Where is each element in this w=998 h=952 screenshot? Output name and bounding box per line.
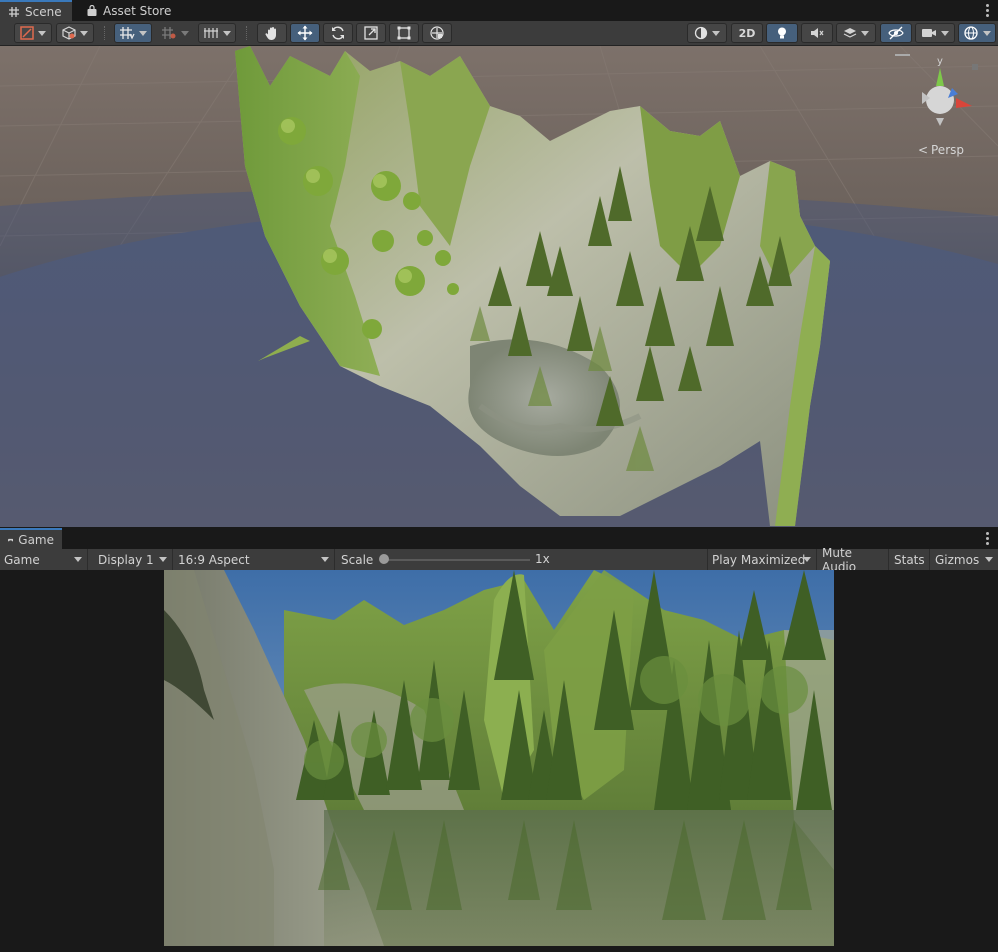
move-tool-button[interactable] [290, 23, 320, 43]
gamepad-icon [8, 538, 14, 541]
camera-settings-dropdown[interactable] [915, 23, 955, 43]
global-illumination-dropdown[interactable] [687, 23, 727, 43]
display-label: Display 1 [98, 552, 154, 567]
store-bag-icon [87, 4, 97, 16]
play-maximized-dropdown[interactable]: Play Maximized [707, 549, 817, 570]
effects-dropdown[interactable] [836, 23, 876, 43]
game-viewport[interactable] [164, 570, 834, 946]
grid-snap-icon [120, 27, 135, 40]
increment-snap-dropdown[interactable] [156, 23, 194, 43]
grid-icon [9, 6, 19, 17]
scene-more-menu-icon[interactable] [986, 4, 990, 17]
layers-icon [843, 28, 857, 38]
scene-visibility-toggle[interactable] [880, 23, 912, 43]
scene-tab-bar: Scene Asset Store [0, 0, 998, 21]
eye-hidden-icon [888, 26, 904, 40]
game-area [0, 570, 998, 952]
rotate-tool-button[interactable] [323, 23, 353, 43]
hand-tool-button[interactable] [257, 23, 287, 43]
rotate-icon [332, 26, 344, 40]
play-maximized-label: Play Maximized [712, 552, 806, 567]
scene-toolbar: 2D [0, 21, 998, 46]
scene-render: y < Persp [0, 46, 998, 527]
camera-icon [922, 29, 936, 37]
stats-toggle[interactable]: Stats [890, 549, 930, 570]
persp-label[interactable]: Persp [931, 143, 964, 157]
persp-label-arrow: < [918, 143, 928, 157]
tab-scene-label: Scene [25, 4, 62, 19]
tab-scene[interactable]: Scene [0, 0, 72, 21]
grid-visibility-dropdown[interactable] [198, 23, 236, 43]
audio-toggle-button[interactable] [801, 23, 833, 43]
scene-viewport[interactable]: y < Persp [0, 46, 998, 527]
gizmos-game-dropdown[interactable]: Gizmos [931, 549, 998, 570]
light-bulb-icon [778, 27, 786, 39]
2d-label: 2D [738, 26, 756, 40]
scale-tool-button[interactable] [356, 23, 386, 43]
tab-asset-store-label: Asset Store [103, 3, 172, 18]
gizmos-dropdown[interactable] [958, 23, 996, 43]
rect-tool-button[interactable] [389, 23, 419, 43]
draw-mode-icon [20, 26, 34, 40]
tab-game-label: Game [18, 532, 54, 547]
scale-label: Scale [341, 552, 374, 567]
grid-snap-dropdown[interactable] [114, 23, 152, 43]
2d-toggle-button[interactable]: 2D [731, 23, 763, 43]
game-view-dropdown[interactable]: Game [0, 549, 88, 570]
transform-tool-button[interactable] [422, 23, 452, 43]
stats-label: Stats [894, 552, 925, 567]
game-more-menu-icon[interactable] [986, 532, 990, 545]
sphere-icon [694, 26, 708, 40]
display-dropdown[interactable]: Display 1 [94, 549, 173, 570]
mute-audio-toggle[interactable]: Mute Audio [818, 546, 889, 574]
aspect-dropdown[interactable]: 16:9 Aspect [174, 549, 335, 570]
scale-value: 1x [535, 552, 550, 566]
grid-lines-icon [204, 28, 218, 38]
game-view-label: Game [4, 552, 40, 567]
game-toolbar: Game Display 1 16:9 Aspect Scale 1x Play… [0, 546, 998, 574]
lighting-toggle-button[interactable] [766, 23, 798, 43]
scale-slider-handle[interactable] [379, 554, 389, 564]
draw-mode-dropdown[interactable] [14, 23, 52, 43]
hand-icon [265, 27, 276, 40]
tab-asset-store[interactable]: Asset Store [78, 0, 179, 21]
cube-icon [62, 26, 76, 40]
tab-game[interactable]: Game [0, 528, 62, 549]
shading-dropdown[interactable] [56, 23, 94, 43]
gizmo-y-label: y [937, 56, 943, 67]
scale-icon [364, 26, 378, 40]
scale-slider-track[interactable] [384, 559, 530, 561]
speaker-muted-icon [811, 28, 824, 38]
gizmo-globe-icon [964, 26, 978, 40]
game-render [164, 570, 834, 946]
increment-snap-icon [162, 27, 176, 39]
gizmos-label: Gizmos [935, 552, 980, 567]
transform-icon [430, 26, 444, 40]
move-arrows-icon [297, 25, 313, 41]
rect-transform-icon [397, 26, 411, 40]
aspect-label: 16:9 Aspect [178, 552, 250, 567]
